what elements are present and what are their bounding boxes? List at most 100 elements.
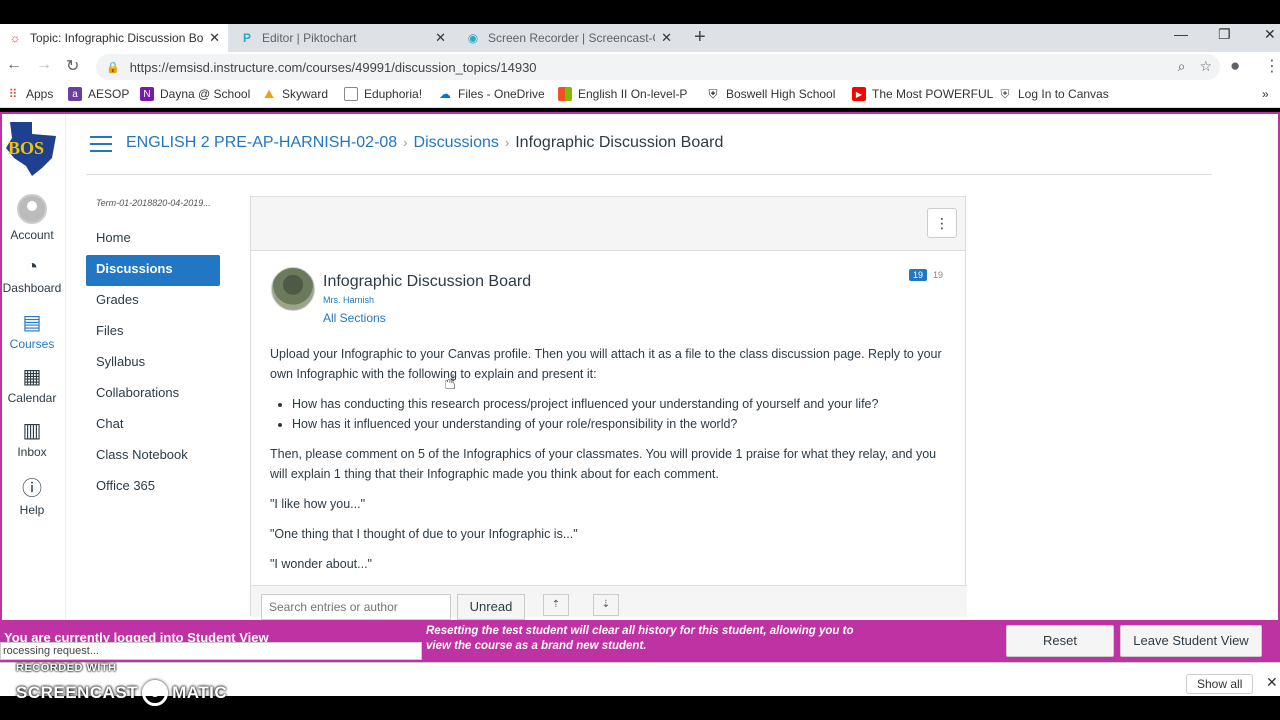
close-tab-icon[interactable]: ✕ [661, 30, 672, 46]
more-options-button[interactable]: ⋮ [927, 208, 957, 238]
global-nav-help[interactable]: ⓘ Help [2, 472, 62, 517]
bookmark-boswell[interactable]: ⛨ Boswell High School [706, 86, 835, 102]
sections-link[interactable]: All Sections [323, 311, 386, 325]
course-nav-grades[interactable]: Grades [86, 286, 220, 317]
bookmark-english[interactable]: English II On-level-P [558, 87, 687, 101]
course-nav-office-365[interactable]: Office 365 [86, 472, 220, 503]
breadcrumb-separator: › [403, 135, 408, 150]
screencast-logo-icon [142, 680, 169, 706]
tab-canvas-topic[interactable]: ☼ Topic: Infographic Discussion Bo ✕ [0, 24, 228, 52]
lock-icon: 🔒 [106, 61, 120, 74]
close-tab-icon[interactable]: ✕ [209, 30, 220, 46]
restore-icon[interactable]: ❐ [1218, 26, 1231, 43]
global-nav-inbox[interactable]: ▥ Inbox [2, 418, 62, 459]
browser-tab-bar: ☼ Topic: Infographic Discussion Bo ✕ P E… [0, 24, 1280, 52]
screencast-icon: ◉ [467, 31, 479, 45]
microsoft-icon [558, 87, 572, 101]
onedrive-icon: ☁ [439, 87, 451, 101]
book-icon: ▤ [22, 312, 42, 334]
bookmark-apps[interactable]: ⠿ Apps [6, 87, 54, 101]
course-nav-syllabus[interactable]: Syllabus [86, 348, 220, 379]
bookmark-canvas-login[interactable]: ⛨ Log In to Canvas [998, 86, 1108, 102]
tab-piktochart[interactable]: P Editor | Piktochart ✕ [232, 24, 454, 52]
prompt-paragraph: "One thing that I thought of due to your… [270, 527, 578, 541]
screencast-watermark: SCREENCAST MATIC [16, 680, 227, 706]
url-bar[interactable]: 🔒 https://emsisd.instructure.com/courses… [96, 54, 1220, 80]
leave-student-view-button[interactable]: Leave Student View [1120, 625, 1262, 657]
author-avatar[interactable] [271, 267, 315, 311]
list-item: How has conducting this research process… [292, 394, 955, 414]
new-tab-button[interactable]: + [694, 26, 706, 49]
bookmark-youtube[interactable]: ▶ The Most POWERFUL [852, 87, 993, 101]
close-tab-icon[interactable]: ✕ [435, 30, 446, 46]
bookmark-aesop[interactable]: a AESOP [68, 87, 129, 101]
page-icon [344, 87, 358, 101]
hamburger-menu-icon[interactable] [90, 136, 112, 157]
canvas-icon: ☼ [9, 31, 21, 45]
inbox-icon: ▥ [22, 420, 42, 442]
collapse-replies-icon[interactable]: ⇡ [543, 594, 569, 616]
course-nav-home[interactable]: Home [86, 224, 220, 255]
bookmark-eduphoria[interactable]: Eduphoria! [344, 87, 422, 101]
question-list: How has conducting this research process… [292, 394, 955, 434]
bookmark-skyward[interactable]: ⛰ Skyward [262, 86, 328, 102]
discussion-header: ⋮ [251, 197, 965, 251]
omnibox-actions: ⌕ ☆ [1178, 58, 1212, 75]
course-nav-discussions[interactable]: Discussions [86, 255, 220, 286]
unread-count-badge: 19 [908, 269, 927, 281]
breadcrumb-discussions-link[interactable]: Discussions [414, 134, 499, 151]
course-nav-collaborations[interactable]: Collaborations [86, 379, 220, 410]
expand-replies-icon[interactable]: ⇣ [593, 594, 619, 616]
bookmark-onedrive[interactable]: ☁ Files - OneDrive [438, 87, 545, 101]
breadcrumb-current: Infographic Discussion Board [515, 134, 724, 151]
watermark-matic: MATIC [172, 683, 228, 702]
address-bar-row: ← → ↻ 🔒 https://emsisd.instructure.com/c… [0, 52, 1280, 82]
avatar-icon [17, 194, 47, 224]
reload-icon[interactable]: ↻ [66, 56, 79, 76]
watermark-recorded-with: RECORDED WITH [16, 662, 117, 674]
breadcrumb-course-link[interactable]: ENGLISH 2 PRE-AP-HARNISH-02-08 [126, 134, 397, 151]
course-nav-files[interactable]: Files [86, 317, 220, 348]
discussion-toolbar: Unread ⇡ ⇣ [251, 585, 967, 620]
profile-icon[interactable]: ● [1230, 56, 1240, 76]
course-nav-class-notebook[interactable]: Class Notebook [86, 441, 220, 472]
tab-screencast[interactable]: ◉ Screen Recorder | Screencast-O-M ✕ [458, 24, 680, 52]
author-link[interactable]: Mrs. Harnish [323, 295, 374, 305]
unread-filter-button[interactable]: Unread [457, 594, 525, 620]
canvas-page: BOS Account ◔ Dashboard ▤ Courses ▦ Cale… [0, 112, 1280, 622]
youtube-icon: ▶ [852, 87, 866, 101]
menu-icon[interactable]: ⋮ [1264, 56, 1280, 76]
shield-icon: ⛨ [708, 86, 718, 101]
close-download-bar-icon[interactable]: ✕ [1266, 674, 1278, 691]
star-icon[interactable]: ☆ [1199, 58, 1212, 75]
total-count-badge: 19 [932, 270, 943, 280]
shield-icon: ⛨ [1000, 86, 1010, 101]
search-entries-input[interactable] [261, 594, 451, 620]
global-nav-dashboard[interactable]: ◔ Dashboard [2, 256, 62, 295]
bookmarks-more-button[interactable]: » [1262, 87, 1269, 101]
global-nav-courses[interactable]: ▤ Courses [2, 310, 62, 351]
course-nav-chat[interactable]: Chat [86, 410, 220, 441]
bookmark-dayna[interactable]: N Dayna @ School [140, 87, 250, 101]
forward-icon[interactable]: → [36, 56, 52, 74]
zoom-icon[interactable]: ⌕ [1178, 58, 1186, 75]
close-window-icon[interactable]: ✕ [1264, 26, 1276, 43]
discussion-title: Infographic Discussion Board [323, 273, 532, 290]
header-divider [86, 174, 1212, 175]
reset-student-button[interactable]: Reset Student [1006, 625, 1114, 678]
watermark-screencast: SCREENCAST [16, 683, 139, 702]
kebab-icon: ⋮ [935, 215, 949, 231]
aesop-icon: a [68, 87, 82, 101]
global-nav-calendar[interactable]: ▦ Calendar [2, 364, 62, 405]
term-label: Term-01-2018820-04-2019... [96, 198, 211, 208]
skyward-icon: ⛰ [263, 86, 275, 101]
minimize-icon[interactable]: — [1174, 26, 1188, 42]
piktochart-icon: P [242, 31, 251, 45]
student-view-message: Resetting the test student will clear al… [426, 625, 854, 652]
show-all-downloads-button[interactable]: Show all [1186, 674, 1254, 694]
reply-counts: 19 19 [908, 269, 945, 281]
global-nav-account[interactable]: Account [2, 194, 62, 242]
discussion-body: Upload your Infographic to your Canvas p… [270, 344, 955, 584]
back-icon[interactable]: ← [6, 56, 22, 74]
calendar-icon: ▦ [22, 366, 42, 388]
